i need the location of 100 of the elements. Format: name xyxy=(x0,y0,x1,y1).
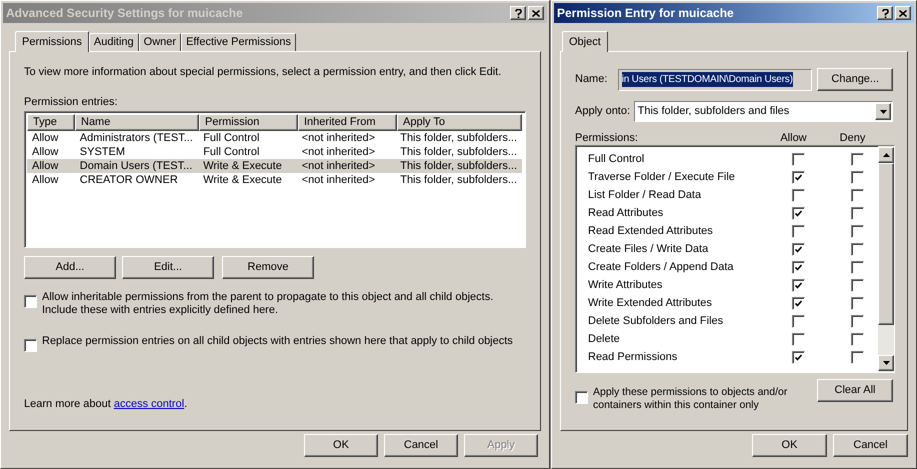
section-label: Permissions: xyxy=(575,131,639,146)
permission-name: Delete xyxy=(588,332,621,347)
permission-name: List Folder / Read Data xyxy=(588,188,702,203)
permission-name: Traverse Folder / Execute File xyxy=(588,170,736,185)
table-cell: Allow xyxy=(32,160,58,172)
name-field[interactable]: in Users (TESTDOMAIN\Domain Users) xyxy=(618,68,812,90)
help-text: Learn more about xyxy=(24,396,111,412)
table-cell: This folder, subfolders... xyxy=(400,174,517,186)
permission-name: Create Folders / Append Data xyxy=(588,260,735,275)
dialog-button[interactable]: OK xyxy=(752,434,827,457)
table-cell: Full Control xyxy=(203,132,260,144)
check-icon xyxy=(795,210,802,216)
check-icon xyxy=(795,264,802,270)
permission-name: Read Permissions xyxy=(588,350,678,365)
check-icon xyxy=(795,246,802,252)
permission-name: Read Attributes xyxy=(588,206,664,221)
column-header[interactable]: Apply To xyxy=(397,114,522,131)
window-title: Permission Entry for muicache xyxy=(557,5,734,22)
table-cell: This folder, subfolders... xyxy=(400,146,517,158)
checkbox-label: Replace permission entries on all child objects with entries shown here that apply to child objects xyxy=(42,335,514,348)
dialog-button[interactable]: OK xyxy=(304,434,378,457)
dialog-button[interactable]: Cancel xyxy=(384,434,458,457)
column-header: Deny xyxy=(838,131,866,146)
tab[interactable]: Effective Permissions xyxy=(181,33,296,51)
tab[interactable]: Object xyxy=(562,31,608,52)
dialog-button[interactable]: Cancel xyxy=(833,434,908,457)
checkbox[interactable] xyxy=(24,339,37,352)
up-arrow-icon xyxy=(882,153,890,157)
change-button[interactable]: Change... xyxy=(817,68,893,91)
period-text: . xyxy=(184,396,188,412)
table-cell: <not inherited> xyxy=(302,146,376,158)
entry-button[interactable]: Edit... xyxy=(122,256,214,279)
scrollbar[interactable] xyxy=(878,146,894,372)
section-label: Permission entries: xyxy=(24,95,119,110)
close-button[interactable] xyxy=(895,6,911,20)
apply-onto-dropdown[interactable]: This folder, subfolders and files xyxy=(634,101,893,122)
field-label: Apply onto: xyxy=(575,104,632,120)
table-cell: SYSTEM xyxy=(80,146,126,158)
tab[interactable]: Permissions xyxy=(15,31,89,52)
checkbox-label: Allow inheritable permissions from the parent to propagate to this object and all child objects. Include these with entries explicitly defined here. xyxy=(42,291,494,317)
clear-all-button[interactable]: Clear All xyxy=(817,379,893,402)
table-cell: <not inherited> xyxy=(302,160,376,172)
scroll-up-button[interactable] xyxy=(878,147,894,163)
table-cell: <not inherited> xyxy=(302,132,376,144)
list-row[interactable]: Allow CREATOR OWNER Write & Execute <not inherited> This folder, subfolders... xyxy=(27,173,522,187)
column-header[interactable]: Permission xyxy=(199,114,298,131)
caret-icon xyxy=(880,110,886,114)
entry-button[interactable]: Remove xyxy=(222,256,314,279)
field-label: Name: xyxy=(575,72,608,88)
table-cell: Domain Users (TEST... xyxy=(80,160,192,172)
table-cell: Allow xyxy=(32,146,58,158)
entry-button[interactable]: Add... xyxy=(24,256,116,279)
check-icon xyxy=(795,282,802,288)
table-cell: Allow xyxy=(32,132,58,144)
dropdown-button[interactable] xyxy=(875,103,891,120)
table-cell: Write & Execute xyxy=(203,160,282,172)
check-icon xyxy=(795,300,802,306)
tab[interactable]: Owner xyxy=(138,33,182,51)
check-icon xyxy=(795,354,802,360)
list-row[interactable]: Allow Administrators (TEST... Full Control <not inherited> This folder, subfolders... xyxy=(27,131,522,145)
scroll-down-button[interactable] xyxy=(878,355,894,371)
help-button[interactable] xyxy=(877,6,893,20)
window-title: Advanced Security Settings for muicache xyxy=(6,5,243,22)
question-mark-icon xyxy=(882,8,888,18)
checkbox[interactable] xyxy=(24,295,37,308)
table-cell: Write & Execute xyxy=(203,174,282,186)
check-icon xyxy=(795,174,802,180)
table-cell: Full Control xyxy=(203,146,260,158)
help-button[interactable] xyxy=(510,6,526,20)
close-icon xyxy=(899,10,907,16)
close-button[interactable] xyxy=(528,6,544,20)
question-mark-icon xyxy=(514,8,522,18)
table-cell: <not inherited> xyxy=(302,174,376,186)
permission-name: Read Extended Attributes xyxy=(588,224,714,239)
scroll-thumb[interactable] xyxy=(878,163,894,325)
instruction-text: To view more information about special permissions, select a permission entry, and then click Edit. xyxy=(24,65,502,80)
checkbox-label: Apply these permissions to objects and/or containers within this container only xyxy=(593,386,788,412)
table-cell: CREATOR OWNER xyxy=(80,174,178,186)
close-icon xyxy=(532,10,540,16)
column-header[interactable]: Inherited From xyxy=(298,114,397,131)
list-row[interactable]: Allow SYSTEM Full Control <not inherited> This folder, subfolders... xyxy=(27,145,522,159)
access-control-link[interactable]: access control xyxy=(114,396,184,412)
permission-name: Write Attributes xyxy=(588,278,664,293)
table-cell: Allow xyxy=(32,174,58,186)
table-cell: This folder, subfolders... xyxy=(400,160,517,172)
permission-name: Write Extended Attributes xyxy=(588,296,713,311)
checkbox[interactable] xyxy=(575,391,588,404)
table-cell: This folder, subfolders... xyxy=(400,132,517,144)
list-row[interactable]: Allow Domain Users (TEST... Write & Execute <not inherited> This folder, subfolders... xyxy=(27,159,522,173)
down-arrow-icon xyxy=(882,361,890,365)
dropdown-value: This folder, subfolders and files xyxy=(638,104,790,120)
permission-name: Full Control xyxy=(588,152,646,167)
permission-name: Create Files / Write Data xyxy=(588,242,710,257)
permission-name: Delete Subfolders and Files xyxy=(588,314,724,329)
table-cell: Administrators (TEST... xyxy=(80,132,193,144)
tab[interactable]: Auditing xyxy=(88,33,139,51)
column-header[interactable]: Name xyxy=(75,114,199,131)
column-header: Allow xyxy=(779,131,808,146)
selected-text: in Users (TESTDOMAIN\Domain Users) xyxy=(622,72,793,87)
column-header[interactable]: Type xyxy=(27,114,75,131)
